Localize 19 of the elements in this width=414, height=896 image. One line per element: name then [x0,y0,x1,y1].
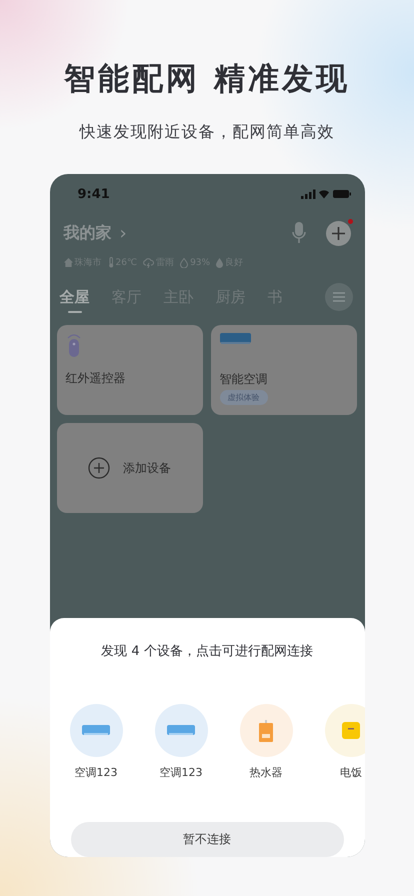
device-card[interactable]: 智能空调 虚拟体验 [210,325,356,415]
device-name: 智能空调 [220,371,268,388]
device-name: 热水器 [250,765,282,780]
device-name: 空调123 [160,765,202,780]
add-device-card[interactable]: 添加设备 [56,423,202,513]
device-name: 电饭 [340,765,362,780]
sheet-message: 发现 4 个设备，点击可进行配网连接 [100,643,314,660]
status-time: 9:41 [78,186,110,202]
device-name: 空调123 [74,765,118,780]
skip-button[interactable]: 暂不连接 [70,822,344,857]
headline: 智能配网 精准发现 [64,60,350,99]
room-tab[interactable]: 全屋 [60,288,90,312]
device-name: 红外遥控器 [66,370,126,387]
device-card[interactable]: 红外遥控器 [56,325,202,415]
chevron-icon: › [120,222,127,244]
subtitle: 快速发现附近设备，配网简单高效 [80,122,334,143]
add-device-label: 添加设备 [123,460,171,476]
home-title[interactable]: 我的家 [64,222,112,244]
virtual-tag: 虚拟体验 [220,390,268,405]
